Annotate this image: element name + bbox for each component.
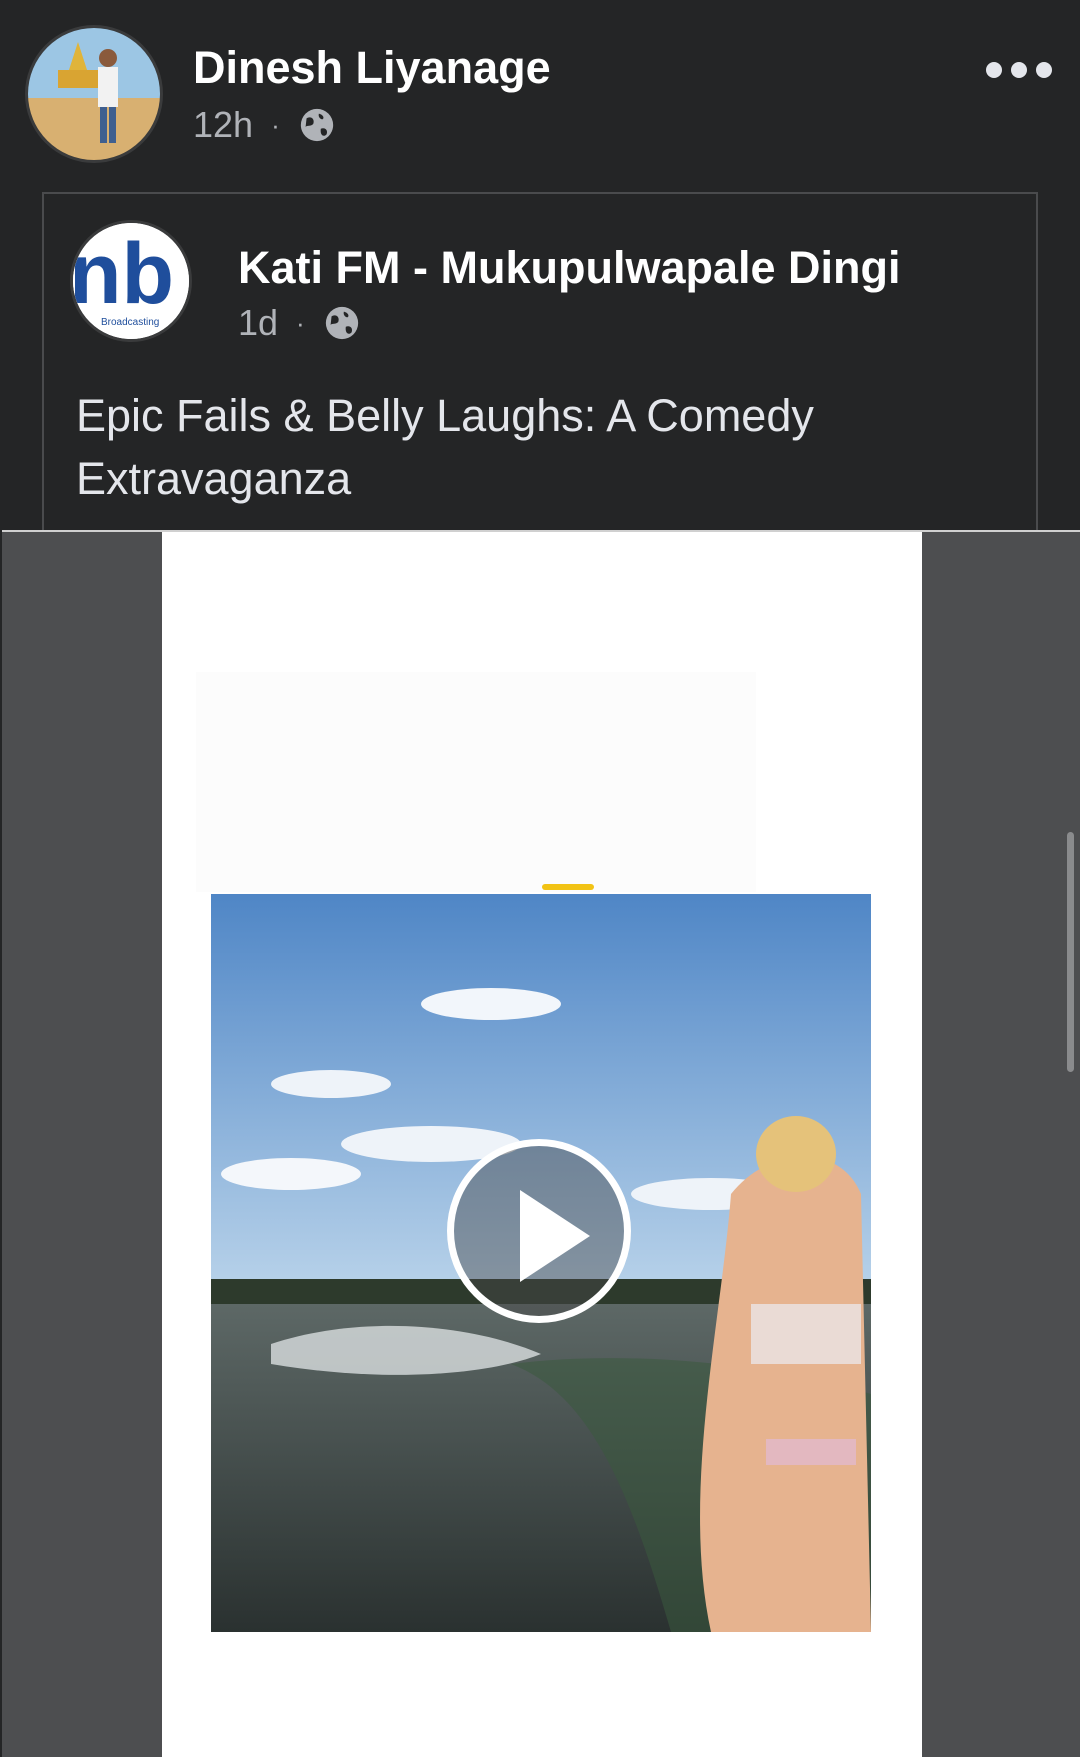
page-logo[interactable]: nb Broadcasting	[70, 220, 192, 342]
video-accent-mark	[542, 884, 594, 890]
meta-separator: ·	[296, 307, 305, 338]
logo-subtext: Broadcasting	[101, 317, 159, 328]
video-frame[interactable]	[162, 532, 922, 1757]
post-time[interactable]: 12h	[193, 104, 253, 146]
post-header: Dinesh Liyanage 12h ·	[0, 0, 1080, 190]
page-name[interactable]: Kati FM - Mukupulwapale Dingi	[238, 242, 901, 294]
page-logo-image: nb Broadcasting	[73, 223, 189, 339]
shared-time[interactable]: 1d	[238, 302, 278, 344]
globe-icon	[300, 108, 333, 142]
play-button[interactable]	[447, 1139, 631, 1323]
author-avatar[interactable]	[25, 25, 163, 163]
play-icon	[520, 1190, 590, 1282]
scrollbar[interactable]	[1067, 832, 1074, 1072]
video-blank-area	[196, 672, 756, 892]
page-meta: 1d ·	[238, 302, 361, 344]
avatar-photo	[28, 28, 160, 160]
meta-separator: ·	[271, 109, 280, 140]
globe-icon	[325, 306, 358, 340]
post-meta: 12h ·	[193, 104, 336, 146]
media-container[interactable]	[2, 530, 1080, 1757]
logo-letters: nb	[73, 226, 174, 322]
shared-post-card[interactable]: nb Broadcasting Kati FM - Mukupulwapale …	[42, 192, 1038, 532]
author-name[interactable]: Dinesh Liyanage	[193, 42, 551, 94]
post-text: Epic Fails & Belly Laughs: A Comedy Extr…	[76, 390, 814, 504]
video-thumbnail[interactable]	[211, 894, 871, 1632]
more-options-icon[interactable]	[986, 56, 1052, 84]
